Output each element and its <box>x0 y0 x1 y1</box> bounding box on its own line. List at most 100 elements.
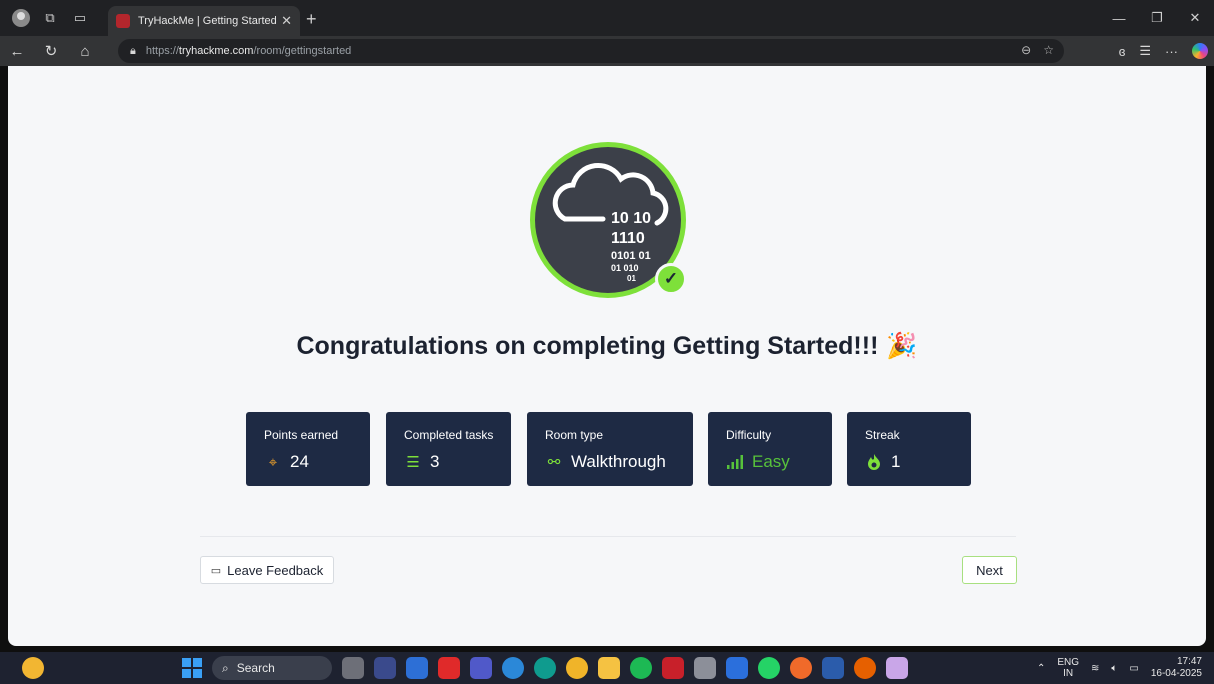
refresh-icon[interactable]: ↻ <box>34 36 68 66</box>
svg-text:01 010: 01 010 <box>611 263 639 273</box>
mcafee-icon[interactable] <box>662 657 684 679</box>
leave-feedback-button[interactable]: ▭ Leave Feedback <box>200 556 334 584</box>
chevron-up-icon[interactable]: ⌃ <box>1037 663 1045 674</box>
favorite-star-icon[interactable]: ☆ <box>1043 43 1054 57</box>
profile-avatar[interactable] <box>12 9 30 27</box>
file-explorer-icon[interactable] <box>598 657 620 679</box>
congrats-heading: Congratulations on completing Getting St… <box>8 332 1206 361</box>
windows-start-icon[interactable] <box>182 658 202 678</box>
page-content: 10 10 1110 0101 01 01 010 01 ✓ Congratul… <box>8 66 1206 646</box>
youtube-icon[interactable] <box>438 657 460 679</box>
tab-close-icon[interactable]: ✕ <box>281 13 292 29</box>
stat-value-row: ⚯ Walkthrough <box>545 452 693 472</box>
feedback-icon: ▭ <box>210 564 222 577</box>
tab-title: TryHackMe | Getting Started <box>138 15 277 27</box>
language-indicator[interactable]: ENG IN <box>1057 657 1079 679</box>
stat-points: Points earned ⌖ 24 <box>246 412 370 486</box>
stat-label: Completed tasks <box>404 428 494 442</box>
taskbar-search-label: Search <box>236 661 275 675</box>
stat-value: Easy <box>752 452 790 471</box>
stat-label: Difficulty <box>726 428 772 442</box>
calendar-icon[interactable] <box>726 657 748 679</box>
chrome-profile-icon[interactable] <box>790 657 812 679</box>
next-button[interactable]: Next <box>962 556 1017 584</box>
stat-completed-tasks: Completed tasks ☰ 3 <box>386 412 511 486</box>
new-tab-plus-icon[interactable]: + <box>306 9 317 30</box>
task-view-icon[interactable] <box>342 657 364 679</box>
toolbar-right: ɞ ☰ ··· <box>1119 36 1208 66</box>
reader-icon[interactable]: ⊖ <box>1021 43 1031 57</box>
stat-label: Room type <box>545 428 604 442</box>
checklist-icon: ☰ <box>406 454 420 471</box>
extension-icon[interactable]: ɞ <box>1119 44 1126 59</box>
svg-text:0101 01: 0101 01 <box>611 250 651 262</box>
stat-value-row: Easy <box>726 452 832 472</box>
stat-room-type: Room type ⚯ Walkthrough <box>527 412 693 486</box>
system-tray: ⌃ ENG IN ≋ 🔈︎ ▭ 17:47 16-04-2025 <box>1037 652 1202 684</box>
taskbar-apps: ⌕ Search <box>182 656 908 680</box>
window-controls: — ❐ ✕ <box>1100 0 1214 36</box>
firefox-icon[interactable] <box>854 657 876 679</box>
weather-widget-icon[interactable] <box>22 657 44 679</box>
stat-label: Points earned <box>264 428 339 442</box>
stat-value: 3 <box>430 452 440 471</box>
whatsapp-icon[interactable] <box>758 657 780 679</box>
workspaces-icon[interactable]: ⧉ <box>40 8 60 28</box>
stat-streak: Streak 1 <box>847 412 971 486</box>
back-arrow-icon[interactable]: ← <box>0 36 34 66</box>
route-icon: ⚯ <box>547 454 561 471</box>
copilot-app-icon[interactable] <box>406 657 428 679</box>
restore-icon[interactable]: ❐ <box>1138 0 1176 36</box>
stat-value: 1 <box>891 452 901 471</box>
tab-active[interactable]: TryHackMe | Getting Started ✕ <box>108 6 300 36</box>
close-window-icon[interactable]: ✕ <box>1176 0 1214 36</box>
stat-value: 24 <box>290 452 309 471</box>
windows-taskbar: ⌕ Search ⌃ ENG IN ≋ 🔈︎ ▭ 17:47 16-04-202… <box>0 652 1214 684</box>
clock-date: 16-04-2025 <box>1150 668 1202 679</box>
next-label: Next <box>976 562 1003 578</box>
svg-text:10 10: 10 10 <box>611 210 651 227</box>
flame-icon <box>865 453 883 471</box>
crosshair-icon: ⌖ <box>268 453 278 471</box>
snipping-tool-icon[interactable] <box>886 657 908 679</box>
favorites-list-icon[interactable]: ☰ <box>1139 43 1151 59</box>
lock-icon[interactable]: 🔒︎ <box>130 45 136 58</box>
wifi-icon[interactable]: ≋ <box>1091 663 1099 674</box>
stat-value-row: 1 <box>865 452 971 472</box>
address-bar[interactable]: 🔒︎ https://tryhackme.com/room/gettingsta… <box>118 39 1064 63</box>
browser-toolbar: ← ↻ ⌂ 🔒︎ https://tryhackme.com/room/gett… <box>0 36 1214 66</box>
congrats-text: Congratulations on completing Getting St… <box>296 332 879 360</box>
minimize-icon[interactable]: — <box>1100 0 1138 36</box>
stat-value-row: ☰ 3 <box>404 452 511 472</box>
volume-icon[interactable]: 🔈︎ <box>1111 663 1117 674</box>
url-text: https://tryhackme.com/room/gettingstarte… <box>145 45 352 57</box>
home-icon[interactable]: ⌂ <box>68 36 102 66</box>
tryhackme-favicon-icon <box>116 14 130 28</box>
teams-icon[interactable] <box>470 657 492 679</box>
screen: ⧉ ▭ TryHackMe | Getting Started ✕ + — ❐ … <box>0 0 1214 684</box>
clock[interactable]: 17:47 16-04-2025 <box>1151 656 1202 680</box>
completed-check-icon: ✓ <box>655 263 687 295</box>
more-menu-icon[interactable]: ··· <box>1165 44 1178 59</box>
browser-tabstrip: ⧉ ▭ TryHackMe | Getting Started ✕ + — ❐ … <box>0 0 1214 36</box>
chrome-icon[interactable] <box>566 657 588 679</box>
signal-bars-icon <box>726 453 744 471</box>
stat-label: Streak <box>865 428 900 442</box>
taskbar-search[interactable]: ⌕ Search <box>212 656 332 680</box>
tab-actions-icon[interactable]: ▭ <box>70 8 90 28</box>
word-icon[interactable] <box>822 657 844 679</box>
battery-icon[interactable]: ▭ <box>1129 663 1138 674</box>
edge-icon[interactable] <box>534 657 556 679</box>
spotify-icon[interactable] <box>630 657 652 679</box>
leave-feedback-label: Leave Feedback <box>227 562 324 578</box>
search-icon: ⌕ <box>222 660 229 675</box>
stat-value-row: ⌖ 24 <box>264 452 370 472</box>
virtualbox-icon[interactable] <box>694 657 716 679</box>
chrome-app-icon[interactable] <box>502 657 524 679</box>
stat-difficulty: Difficulty Easy <box>708 412 832 486</box>
divider <box>200 536 1016 537</box>
widgets-icon[interactable] <box>374 657 396 679</box>
copilot-icon[interactable] <box>1192 43 1208 59</box>
lang-bottom: IN <box>1063 668 1074 679</box>
lang-top: ENG <box>1057 657 1079 668</box>
